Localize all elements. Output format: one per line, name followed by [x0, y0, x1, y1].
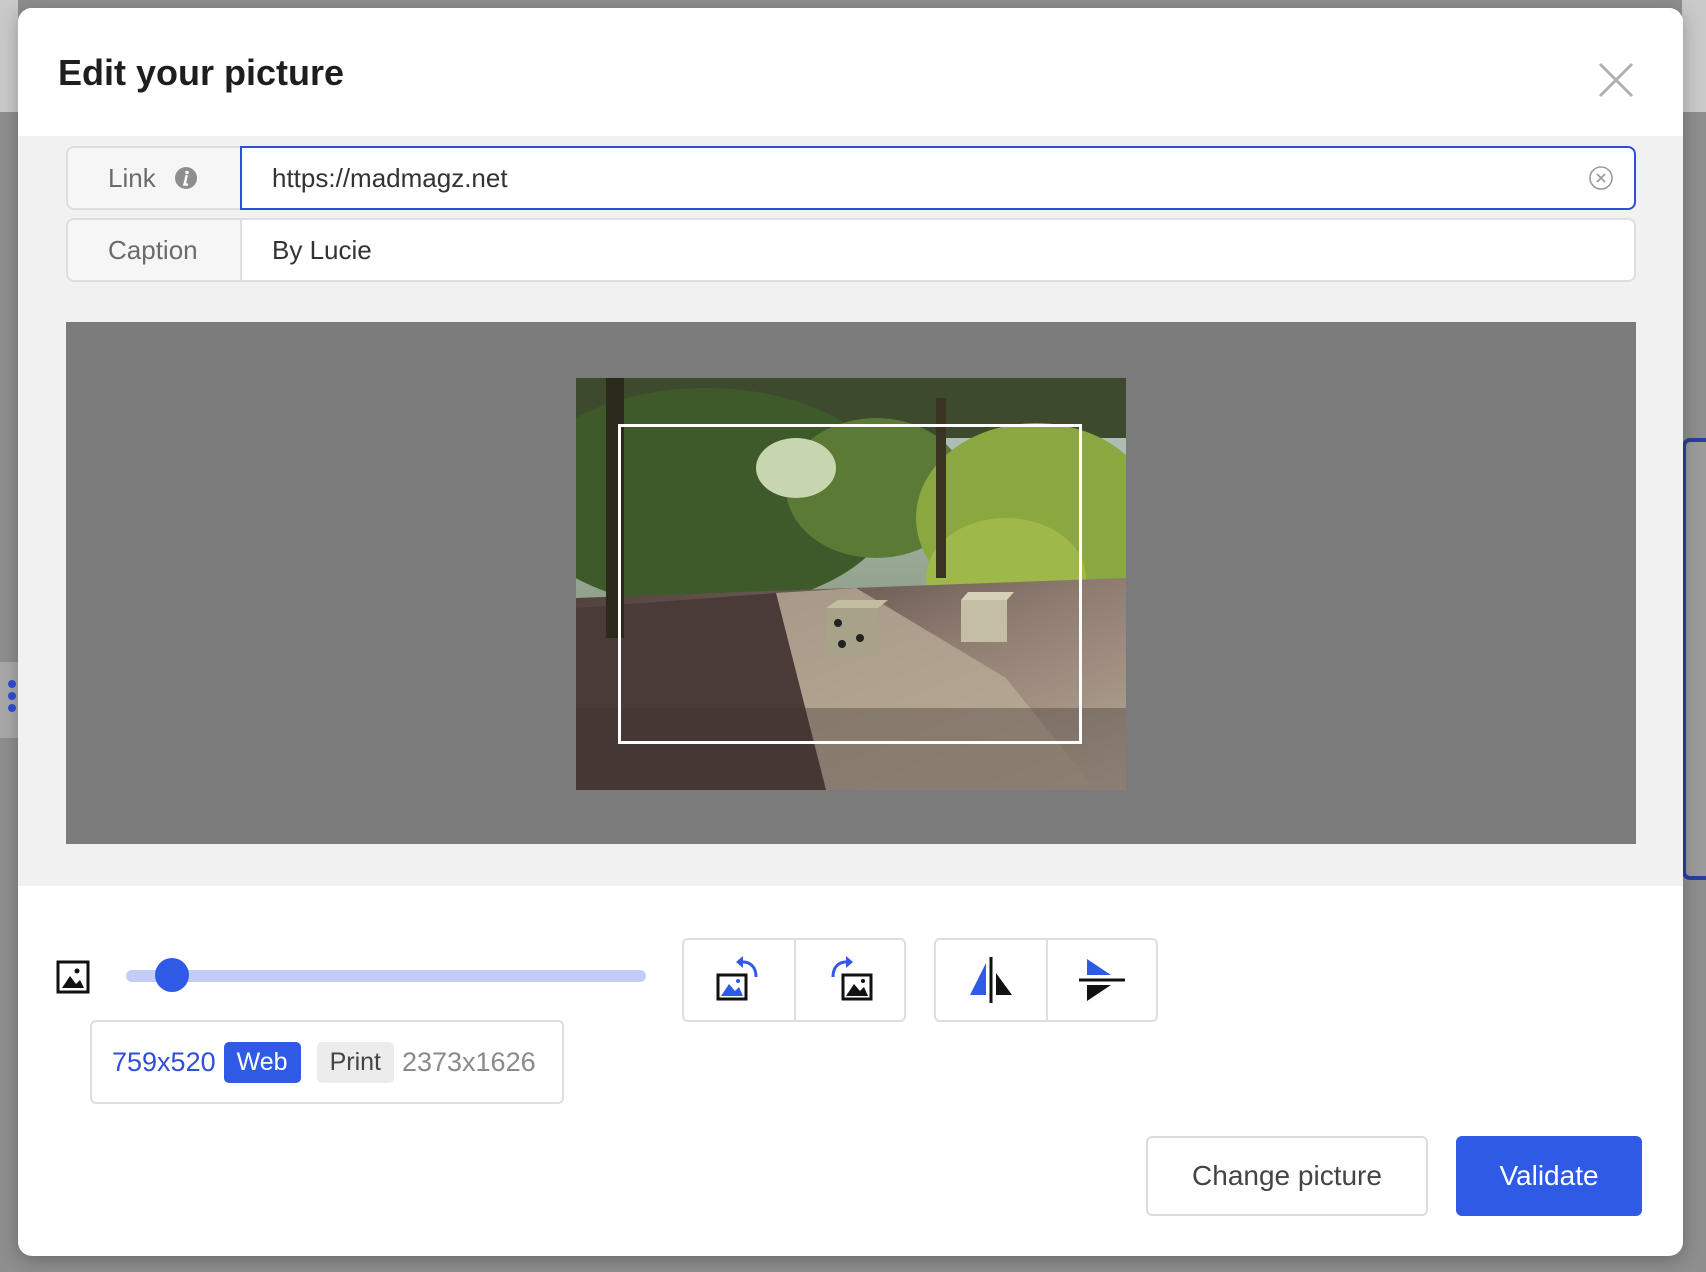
image-small-icon: [56, 960, 90, 994]
validate-button[interactable]: Validate: [1456, 1136, 1642, 1216]
modal-title: Edit your picture: [58, 52, 345, 93]
crop-frame[interactable]: [618, 424, 1082, 744]
caption-field[interactable]: [240, 218, 1636, 282]
zoom-slider-thumb[interactable]: [155, 958, 190, 992]
background-right-panel: [1682, 0, 1706, 112]
close-icon[interactable]: [1596, 60, 1636, 100]
drag-handle-icon: [8, 680, 18, 716]
background-left-panel: [0, 0, 18, 112]
print-badge[interactable]: Print: [316, 1041, 394, 1083]
flip-vertical-icon: [1079, 959, 1125, 1001]
flip-vertical-button[interactable]: [1046, 940, 1156, 1020]
modal-header: Edit your picture: [18, 8, 1683, 136]
change-picture-button[interactable]: Change picture: [1146, 1136, 1428, 1216]
zoom-slider-track[interactable]: [126, 970, 646, 982]
clear-circle-icon[interactable]: [1588, 165, 1614, 191]
link-input[interactable]: [272, 162, 1588, 194]
flip-horizontal-icon: [970, 957, 1012, 1003]
caption-input[interactable]: [272, 234, 1614, 266]
picture-preview: [576, 378, 1126, 790]
print-dimensions: 2373x1626: [401, 1046, 536, 1077]
rotate-left-button[interactable]: [684, 940, 794, 1020]
info-icon[interactable]: [174, 166, 198, 190]
flip-horizontal-button[interactable]: [936, 940, 1046, 1020]
rotate-button-group: [682, 938, 906, 1022]
caption-row: Caption: [66, 218, 1636, 282]
link-label-text: Link: [108, 162, 156, 193]
rotate-right-button[interactable]: [794, 940, 904, 1020]
picture-size-info: 759x520 Web Print 2373x1626: [90, 1020, 564, 1104]
caption-label: Caption: [66, 218, 240, 282]
image-preview-area: [66, 322, 1636, 844]
form-and-preview: Link Caption: [18, 136, 1683, 886]
background-right-frame: [1682, 438, 1706, 880]
rotate-right-icon: [831, 956, 873, 1001]
link-row: Link: [66, 146, 1636, 210]
link-field[interactable]: [240, 146, 1636, 210]
web-dimensions: 759x520: [112, 1046, 216, 1077]
flip-button-group: [934, 938, 1158, 1022]
caption-label-text: Caption: [108, 234, 198, 265]
web-badge[interactable]: Web: [223, 1041, 301, 1083]
link-label: Link: [66, 146, 240, 210]
edit-picture-modal: Edit your picture Link https://madmagz.n…: [18, 8, 1683, 1256]
rotate-left-icon: [716, 956, 758, 1001]
